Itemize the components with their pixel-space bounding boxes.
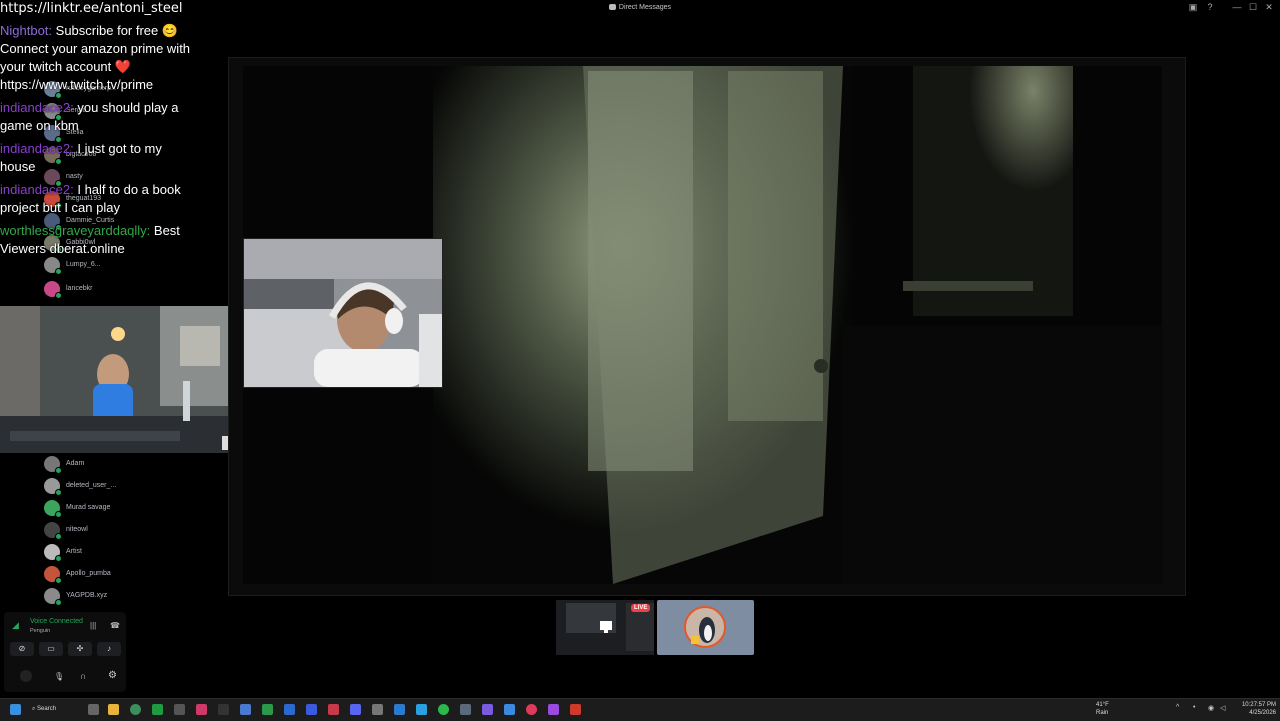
editor-icon[interactable] (306, 704, 317, 715)
tray-mic-icon[interactable]: • (1193, 704, 1195, 711)
online-status-dot (55, 599, 62, 606)
online-status-dot (55, 555, 62, 562)
settings-gear-icon[interactable]: ⚙ (108, 670, 117, 681)
online-status-dot (55, 268, 62, 275)
streamer-webcam (0, 306, 237, 453)
font-app-icon[interactable] (218, 704, 229, 715)
stream-chat-overlay: Nightbot: Subscribe for free 😊 Connect y… (0, 22, 200, 263)
member-name: lancebkr (66, 285, 93, 292)
chat-username: Nightbot: (0, 23, 53, 38)
member-name: YAGPDB.xyz (66, 592, 108, 599)
member-name: Adam (66, 460, 85, 467)
close-button[interactable]: ✕ (1262, 2, 1276, 13)
spotify-icon[interactable] (438, 704, 449, 715)
chat-message: indiandace2: I half to do a book project… (0, 181, 200, 217)
weather-widget[interactable]: 41°F Rain (1096, 701, 1109, 717)
help-icon[interactable]: ? (1203, 2, 1217, 12)
volume-icon[interactable]: ◁ (1220, 704, 1225, 712)
telegram-icon[interactable] (504, 704, 515, 715)
online-status-dot (55, 511, 62, 518)
windows-taskbar: ⌕ Search 41°F Rain ^ • ◉ ◁ 10:27:57 PM 4… (0, 698, 1280, 721)
store-icon[interactable] (416, 704, 427, 715)
maximize-button[interactable]: ☐ (1246, 2, 1260, 13)
online-status-dot (55, 533, 62, 540)
online-status-dot (55, 292, 62, 299)
online-status-dot (55, 489, 62, 496)
taskbar-clock[interactable]: 10:27:57 PM 4/25/2026 (1242, 701, 1276, 717)
tiktok-icon[interactable] (196, 704, 207, 715)
online-status-dot (55, 577, 62, 584)
screen-share-icon[interactable]: ▭ (39, 642, 63, 656)
spreadsheet-icon[interactable] (262, 704, 273, 715)
task-view-icon[interactable] (88, 704, 99, 715)
title-bar: Direct Messages ▣ ? — ☐ ✕ (0, 0, 1280, 18)
member-name: deleted_user_... (66, 482, 117, 489)
activities-icon[interactable]: ✣ (68, 642, 92, 656)
inbox-icon[interactable]: ▣ (1186, 2, 1200, 13)
taskbar-search[interactable]: ⌕ Search (32, 703, 76, 716)
chat-username: indiandace2: (0, 141, 74, 156)
network-icon[interactable]: ◉ (1208, 704, 1214, 712)
obs-record-icon[interactable] (570, 704, 581, 715)
chat-message: indiandace2: I just got to my house (0, 140, 200, 176)
member-name: Murad savage (66, 504, 111, 511)
streamer-webcam-image (0, 306, 237, 453)
app-icon-window[interactable] (460, 704, 471, 715)
signal-icon: ◢ (12, 620, 19, 630)
chrome-icon[interactable] (130, 704, 141, 715)
chat-message: worthlessgraveyarddaqlly: Best Viewers d… (0, 222, 200, 258)
calendar-icon[interactable] (394, 704, 405, 715)
mail-icon[interactable] (284, 704, 295, 715)
capture-icon[interactable] (372, 704, 383, 715)
soundboard-icon[interactable]: ♪ (97, 642, 121, 656)
discord-taskbar-icon[interactable] (350, 704, 361, 715)
guest-webcam (243, 238, 443, 388)
noise-suppression-icon[interactable]: ||| (90, 621, 96, 630)
voice-connected-status[interactable]: Voice Connected (30, 618, 83, 625)
member-name: Artist (66, 548, 82, 555)
minimize-button[interactable]: — (1230, 2, 1244, 12)
headphones-icon[interactable]: ∩ (80, 671, 86, 681)
voice-channel-name[interactable]: Penguin (30, 628, 50, 634)
twitch-icon[interactable] (548, 704, 559, 715)
voice-panel: ◢ Voice Connected Penguin ||| ☎ ⊘ ▭ ✣ ♪ … (4, 612, 126, 692)
penguin-avatar (684, 606, 726, 648)
discord-icon (608, 4, 616, 11)
guest-webcam-image (244, 239, 442, 387)
chat-username: indiandace2: (0, 100, 74, 115)
live-badge: LIVE (631, 604, 651, 612)
chat-message: Nightbot: Subscribe for free 😊 Connect y… (0, 22, 200, 94)
tray-chevron-icon[interactable]: ^ (1176, 704, 1179, 711)
camera-app-icon[interactable] (174, 704, 185, 715)
user-panel: 🎙 ∩ ⚙ (4, 666, 126, 690)
red-app-icon[interactable] (526, 704, 537, 715)
chat-username: indiandace2: (0, 182, 74, 197)
member-name: niteowl (66, 526, 88, 533)
user-avatar[interactable] (20, 670, 32, 682)
media-icon[interactable] (328, 704, 339, 715)
chat-message: indiandace2: you should play a game on k… (0, 99, 200, 135)
windows-start-icon[interactable] (10, 704, 21, 715)
xbox-icon[interactable] (152, 704, 163, 715)
disconnect-icon[interactable]: ☎ (110, 621, 120, 630)
app-icon-purple[interactable] (482, 704, 493, 715)
camera-off-icon[interactable]: ⊘ (10, 642, 34, 656)
member-name: Apollo_pumba (66, 570, 111, 577)
file-explorer-icon[interactable] (108, 704, 119, 715)
linktree-url: https://linktr.ee/antoni_steel (0, 1, 183, 16)
online-status-dot (55, 467, 62, 474)
chat-username: worthlessgraveyarddaqlly: (0, 223, 151, 238)
microphone-icon[interactable]: 🎙 (54, 672, 64, 681)
user-avatar-thumbnail[interactable] (657, 600, 754, 655)
app-icon-grid[interactable] (240, 704, 251, 715)
window-title: Direct Messages (0, 4, 1280, 11)
